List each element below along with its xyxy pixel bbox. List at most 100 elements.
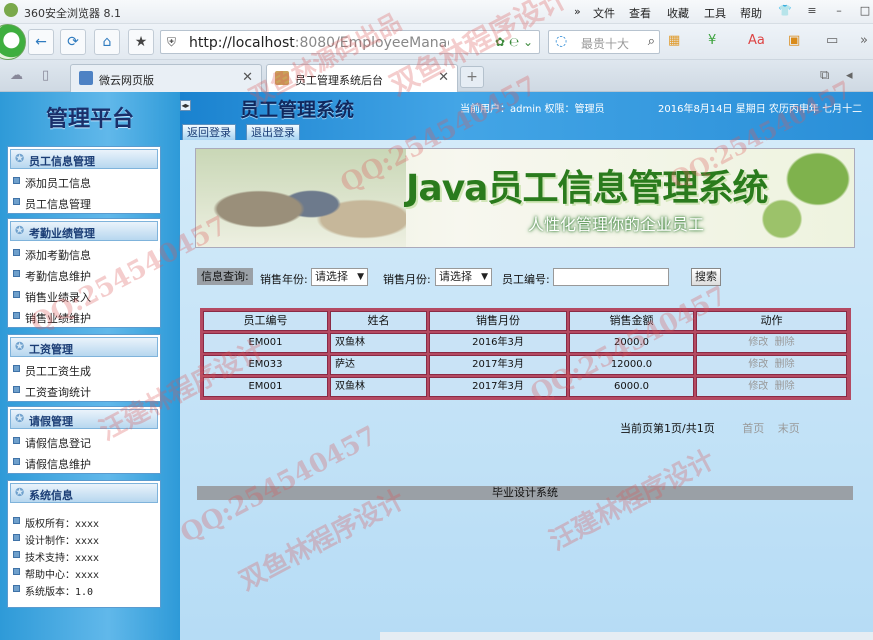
employee-id-input[interactable] [553,268,669,286]
cell-employee-id: EM001 [203,377,328,397]
panel-title: 系统信息 [29,489,73,502]
collapse-sidebar-icon[interactable]: ◂▸ [180,100,191,111]
sidebar-item-salary-stats[interactable]: 工资查询统计 [8,380,160,401]
coin-icon[interactable]: ¥ [708,33,716,48]
sidebar-item-register-leave[interactable]: 请假信息登记 [8,431,160,452]
screenshot-icon[interactable]: ▭ [826,33,838,48]
panel-header[interactable]: ✪ 工资管理 [10,337,158,357]
back-icon[interactable]: ← [28,29,54,55]
sidebar-item-generate-salary[interactable]: 员工工资生成 [8,359,160,380]
new-tab-button[interactable]: + [460,66,484,88]
web-page: 管理平台 ✪ 员工信息管理 添加员工信息 员工信息管理 ✪ 考勤业绩管理 添加考… [0,92,873,640]
employee-id-label: 员工编号: [502,273,550,286]
table-row: EM001 双鱼林 2017年3月 6000.0 修改 删除 [202,376,849,398]
sidebar-item-add-employee[interactable]: 添加员工信息 [8,171,160,192]
table-header-row: 员工编号 姓名 销售月份 销售金额 动作 [202,310,849,332]
edit-link[interactable]: 修改 [748,359,768,370]
bullet-icon [13,568,20,575]
panel-employee-info: ✪ 员工信息管理 添加员工信息 员工信息管理 [7,146,161,214]
system-info-copyright: 版权所有：xxxx [8,513,160,530]
more-icon[interactable]: » [860,33,868,48]
minimize-icon[interactable]: – [832,4,846,18]
sidebar-item-label: 销售业绩录入 [25,291,91,304]
banner-figures [196,149,406,247]
weiyun-icon [79,71,93,85]
edit-link[interactable]: 修改 [748,337,768,348]
column-header: 动作 [696,311,847,331]
apps-icon[interactable]: ▦ [668,33,680,48]
logout-button[interactable]: 退出登录 [246,124,300,141]
gift-icon[interactable]: ▣ [788,33,800,48]
panel-header[interactable]: ✪ 员工信息管理 [10,149,158,169]
refresh-icon[interactable]: ⟳ [60,29,86,55]
cell-name: 双鱼林 [330,377,427,397]
sidebar-item-add-sales[interactable]: 销售业绩录入 [8,285,160,306]
tab-employee-admin[interactable]: 员工管理系统后台 ✕ [266,64,458,92]
sidebar-item-manage-employee[interactable]: 员工信息管理 [8,192,160,213]
edit-link[interactable]: 修改 [748,381,768,392]
cloud-icon[interactable]: ☁ [10,68,23,83]
restore-tabs-icon[interactable]: ⧉ [820,68,829,83]
close-icon[interactable]: ✕ [438,70,449,85]
month-select[interactable]: 请选择 ▼ [435,268,492,286]
panel-salary: ✪ 工资管理 员工工资生成 工资查询统计 [7,334,161,402]
shield-icon: ⛨ [167,35,177,49]
search-icon[interactable]: ⌕ [648,34,655,49]
maximize-icon[interactable]: □ [858,4,872,18]
menu-tools[interactable]: 工具 [704,5,726,21]
skin-icon[interactable]: 👕 [778,4,792,18]
search-box[interactable]: ◌ 最贵十大 ⌕ [548,30,660,54]
tab-back-icon[interactable]: ◂ [846,68,853,83]
table-row: EM001 双鱼林 2016年3月 2000.0 修改 删除 [202,332,849,354]
menu-icon[interactable]: ≡ [805,4,819,18]
query-label: 信息查询: [197,268,253,285]
panel-leave: ✪ 请假管理 请假信息登记 请假信息维护 [7,406,161,474]
panel-header[interactable]: ✪ 考勤业绩管理 [10,221,158,241]
close-icon[interactable]: ✕ [242,70,253,85]
menu-view[interactable]: 查看 [629,5,651,21]
panel-attendance: ✪ 考勤业绩管理 添加考勤信息 考勤信息维护 销售业绩录入 销售业绩维护 [7,218,161,328]
menu-favorites[interactable]: 收藏 [667,5,689,21]
cell-employee-id: EM033 [203,355,328,375]
menu-forward-icon[interactable]: » [574,5,581,18]
month-label: 销售月份: [383,273,431,286]
browser-logo-icon [0,24,26,60]
back-to-login-button[interactable]: 返回登录 [182,124,236,141]
last-page-link[interactable]: 末页 [778,422,800,435]
status-bar [380,632,873,640]
sidebar-item-label: 员工信息管理 [25,198,91,211]
star-icon: ✪ [15,486,25,499]
page-icon [275,71,289,85]
panel-header[interactable]: ✪ 系统信息 [10,483,158,503]
sidebar-item-maintain-attendance[interactable]: 考勤信息维护 [8,264,160,285]
delete-link[interactable]: 删除 [775,359,795,370]
address-path: :8080/EmployeeManage/ma [294,35,449,51]
tab-weiyun[interactable]: 微云网页版 ✕ [70,64,262,92]
delete-link[interactable]: 删除 [775,381,795,392]
browser-title: 360安全浏览器 8.1 [24,7,121,20]
system-info-label: 技术支持：xxxx [25,553,100,564]
sidebar-item-add-attendance[interactable]: 添加考勤信息 [8,243,160,264]
menu-help[interactable]: 帮助 [740,5,762,21]
translate-icon[interactable]: Aa [748,33,765,48]
first-page-link[interactable]: 首页 [742,422,764,435]
panel-header[interactable]: ✪ 请假管理 [10,409,158,429]
year-select[interactable]: 请选择 ▼ [311,268,368,286]
pagination: 当前页第1页/共1页 首页 末页 [620,420,810,436]
home-icon[interactable]: ⌂ [94,29,120,55]
panel-title: 员工信息管理 [29,155,95,168]
sidebar-item-maintain-leave[interactable]: 请假信息维护 [8,452,160,473]
search-button[interactable]: 搜索 [691,268,721,286]
phone-icon[interactable]: ▯ [42,68,49,83]
sidebar-item-maintain-sales[interactable]: 销售业绩维护 [8,306,160,327]
address-bar[interactable]: ⛨ http://localhost:8080/EmployeeManage/m… [160,30,540,54]
bullet-icon [13,585,20,592]
menu-file[interactable]: 文件 [593,5,615,21]
system-info-label: 设计制作：xxxx [25,536,100,547]
addr-tools-icon[interactable]: ✿ ℮ ⌄ [495,35,533,49]
star-icon[interactable]: ★ [128,29,154,55]
sidebar-item-label: 工资查询统计 [25,386,91,399]
banner-subtitle: 人性化管理你的企业员工 [528,215,705,234]
delete-link[interactable]: 删除 [775,337,795,348]
tab-label: 微云网页版 [99,74,154,87]
